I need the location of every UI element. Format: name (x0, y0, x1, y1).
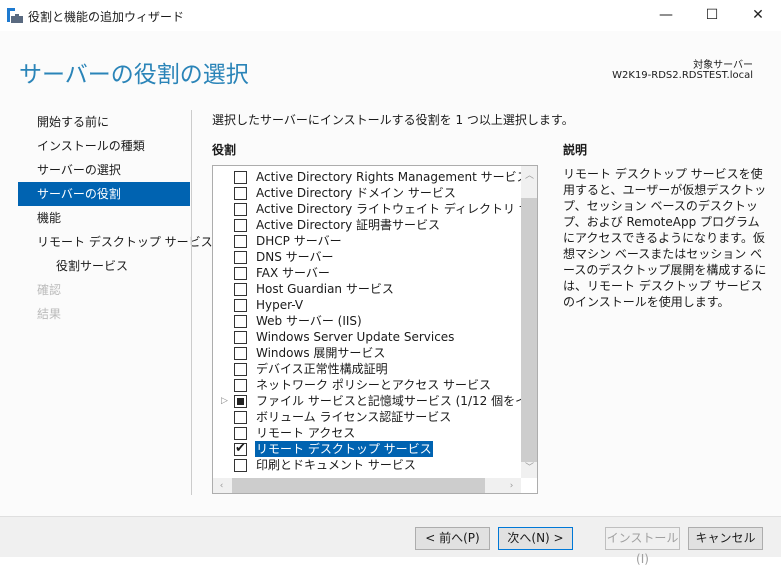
role-label: Host Guardian サービス (256, 282, 394, 296)
role-label: Windows 展開サービス (256, 346, 386, 360)
scroll-up-icon[interactable]: ︿ (521, 168, 537, 184)
install-button[interactable]: インストール(I) (605, 527, 680, 566)
role-label: Active Directory ライトウェイト ディレクトリ サービス (256, 202, 538, 216)
role-item[interactable]: 印刷とドキュメント サービス (213, 457, 521, 473)
role-checkbox[interactable] (234, 411, 247, 424)
role-item[interactable]: Windows Server Update Services (213, 329, 521, 345)
role-checkbox[interactable] (234, 331, 247, 344)
expand-icon[interactable]: ▷ (221, 393, 228, 409)
role-checkbox[interactable] (234, 203, 247, 216)
role-label: Active Directory Rights Management サービス (256, 170, 529, 184)
role-item[interactable]: デバイス正常性構成証明 (213, 361, 521, 377)
role-label: ネットワーク ポリシーとアクセス サービス (256, 378, 492, 392)
horizontal-scroll-thumb[interactable] (232, 478, 485, 493)
role-label: Active Directory 証明書サービス (256, 218, 441, 232)
nav-item[interactable]: 役割サービス (18, 254, 190, 278)
role-label: Web サーバー (IIS) (256, 314, 362, 328)
role-label: ファイル サービスと記憶域サービス (1/12 個をインストール済み) (256, 394, 537, 408)
target-server-value: W2K19-RDS2.RDSTEST.local (612, 70, 753, 81)
role-item[interactable]: Web サーバー (IIS) (213, 313, 521, 329)
role-item[interactable]: Hyper-V (213, 297, 521, 313)
nav-item[interactable]: サーバーの選択 (18, 158, 190, 182)
footer: < 前へ(P) 次へ(N) > インストール(I) キャンセル (0, 516, 781, 566)
role-checkbox[interactable] (234, 171, 247, 184)
maximize-button[interactable]: ☐ (689, 0, 735, 31)
description-text: リモート デスクトップ サービスを使用すると、ユーザーが仮想デスクトップ、セッシ… (563, 167, 767, 309)
nav-item[interactable]: リモート デスクトップ サービス (18, 230, 213, 254)
role-label: FAX サーバー (256, 266, 330, 280)
role-checkbox[interactable] (234, 347, 247, 360)
close-button[interactable]: ✕ (735, 0, 781, 31)
role-item[interactable]: FAX サーバー (213, 265, 521, 281)
prev-button[interactable]: < 前へ(P) (415, 527, 490, 550)
description-label: 説明 (563, 143, 588, 157)
role-checkbox[interactable] (234, 219, 247, 232)
role-item[interactable]: Windows 展開サービス (213, 345, 521, 361)
role-item[interactable]: ネットワーク ポリシーとアクセス サービス (213, 377, 521, 393)
divider (191, 110, 192, 495)
cancel-button[interactable]: キャンセル (688, 527, 763, 550)
title-bar: 役割と機能の追加ウィザード — ☐ ✕ (0, 0, 781, 31)
role-item[interactable]: Host Guardian サービス (213, 281, 521, 297)
nav-item[interactable]: 機能 (18, 206, 190, 230)
role-checkbox[interactable] (234, 267, 247, 280)
role-label: Hyper-V (256, 298, 304, 312)
role-label: Windows Server Update Services (256, 330, 455, 344)
role-item[interactable]: DNS サーバー (213, 249, 521, 265)
roles-label: 役割 (212, 143, 237, 157)
nav-item[interactable]: サーバーの役割 (18, 182, 190, 206)
role-label: DNS サーバー (256, 250, 334, 264)
role-label: リモート アクセス (256, 426, 356, 440)
role-item[interactable]: Active Directory ドメイン サービス (213, 185, 521, 201)
role-label: ボリューム ライセンス認証サービス (256, 410, 452, 424)
page-title: サーバーの役割の選択 (19, 62, 249, 88)
role-item[interactable]: リモート アクセス (213, 425, 521, 441)
role-checkbox[interactable] (234, 315, 247, 328)
target-server-label: 対象サーバー (693, 60, 753, 71)
window-title: 役割と機能の追加ウィザード (28, 10, 185, 24)
role-checkbox[interactable] (234, 459, 247, 472)
scroll-right-icon[interactable]: › (503, 478, 520, 493)
nav-item[interactable]: 開始する前に (18, 110, 190, 134)
role-checkbox[interactable]: ✔ (234, 441, 247, 456)
next-button[interactable]: 次へ(N) > (498, 527, 573, 550)
scroll-down-icon[interactable]: ﹀ (521, 460, 537, 476)
role-label: Active Directory ドメイン サービス (256, 186, 456, 200)
role-checkbox[interactable] (234, 363, 247, 376)
server-manager-icon (7, 8, 23, 23)
role-checkbox[interactable] (234, 251, 247, 264)
nav-item: 結果 (37, 307, 62, 321)
check-icon: ✔ (235, 441, 246, 456)
role-item[interactable]: Active Directory ライトウェイト ディレクトリ サービス (213, 201, 537, 217)
role-checkbox[interactable] (234, 427, 247, 440)
role-checkbox[interactable] (234, 235, 247, 248)
role-checkbox[interactable] (234, 395, 247, 408)
role-label: 印刷とドキュメント サービス (256, 458, 416, 472)
roles-list[interactable]: Active Directory Rights Management サービス A… (212, 165, 538, 494)
role-item[interactable]: Active Directory Rights Management サービス (213, 169, 529, 185)
instruction-text: 選択したサーバーにインストールする役割を 1 つ以上選択します。 (212, 113, 574, 127)
vertical-scroll-thumb[interactable] (521, 198, 537, 462)
role-checkbox[interactable] (234, 283, 247, 296)
role-label: デバイス正常性構成証明 (256, 362, 388, 376)
scroll-left-icon[interactable]: ‹ (213, 478, 230, 493)
nav-item[interactable]: インストールの種類 (18, 134, 190, 158)
role-item[interactable]: Active Directory 証明書サービス (213, 217, 521, 233)
role-item[interactable]: ▷ ファイル サービスと記憶域サービス (1/12 個をインストール済み) (213, 393, 537, 409)
role-label: リモート デスクトップ サービス (255, 441, 433, 457)
role-label: DHCP サーバー (256, 234, 342, 248)
minimize-button[interactable]: — (643, 0, 689, 31)
role-checkbox[interactable] (234, 379, 247, 392)
role-item[interactable]: ボリューム ライセンス認証サービス (213, 409, 521, 425)
role-item[interactable]: DHCP サーバー (213, 233, 521, 249)
role-checkbox[interactable] (234, 187, 247, 200)
nav-item: 確認 (37, 283, 62, 297)
role-checkbox[interactable] (234, 299, 247, 312)
role-item[interactable]: ✔ リモート デスクトップ サービス (213, 441, 521, 457)
